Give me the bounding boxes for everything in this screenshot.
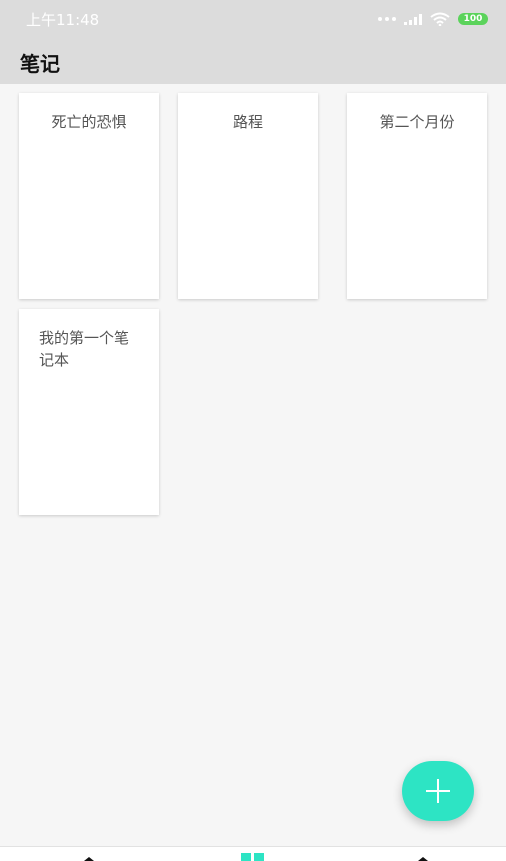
- notebook-card[interactable]: 我的第一个笔记本: [19, 309, 159, 515]
- wifi-icon: [430, 12, 450, 26]
- status-icons: 100: [378, 10, 488, 28]
- notebook-title: 第二个月份: [379, 113, 455, 131]
- battery-icon: 100: [458, 13, 488, 25]
- notebook-title: 死亡的恐惧: [51, 113, 127, 131]
- status-bar: 上午11:48 100: [0, 0, 506, 36]
- notebook-card[interactable]: 路程: [178, 93, 318, 299]
- plus-icon: [426, 779, 450, 803]
- page-title: 笔记: [20, 52, 60, 76]
- notebook-title: 我的第一个笔记本: [39, 329, 130, 369]
- add-notebook-button[interactable]: [402, 761, 474, 821]
- battery-level: 100: [463, 14, 483, 24]
- status-time: 上午11:48: [26, 11, 100, 29]
- signal-icon: [404, 13, 422, 25]
- more-dots-icon: [378, 17, 396, 21]
- notebook-title: 路程: [232, 113, 263, 131]
- toolbar: 笔记: [0, 36, 506, 84]
- notebook-card[interactable]: 第二个月份: [347, 93, 487, 299]
- notebook-card[interactable]: 死亡的恐惧: [19, 93, 159, 299]
- bottom-nav: [0, 846, 506, 861]
